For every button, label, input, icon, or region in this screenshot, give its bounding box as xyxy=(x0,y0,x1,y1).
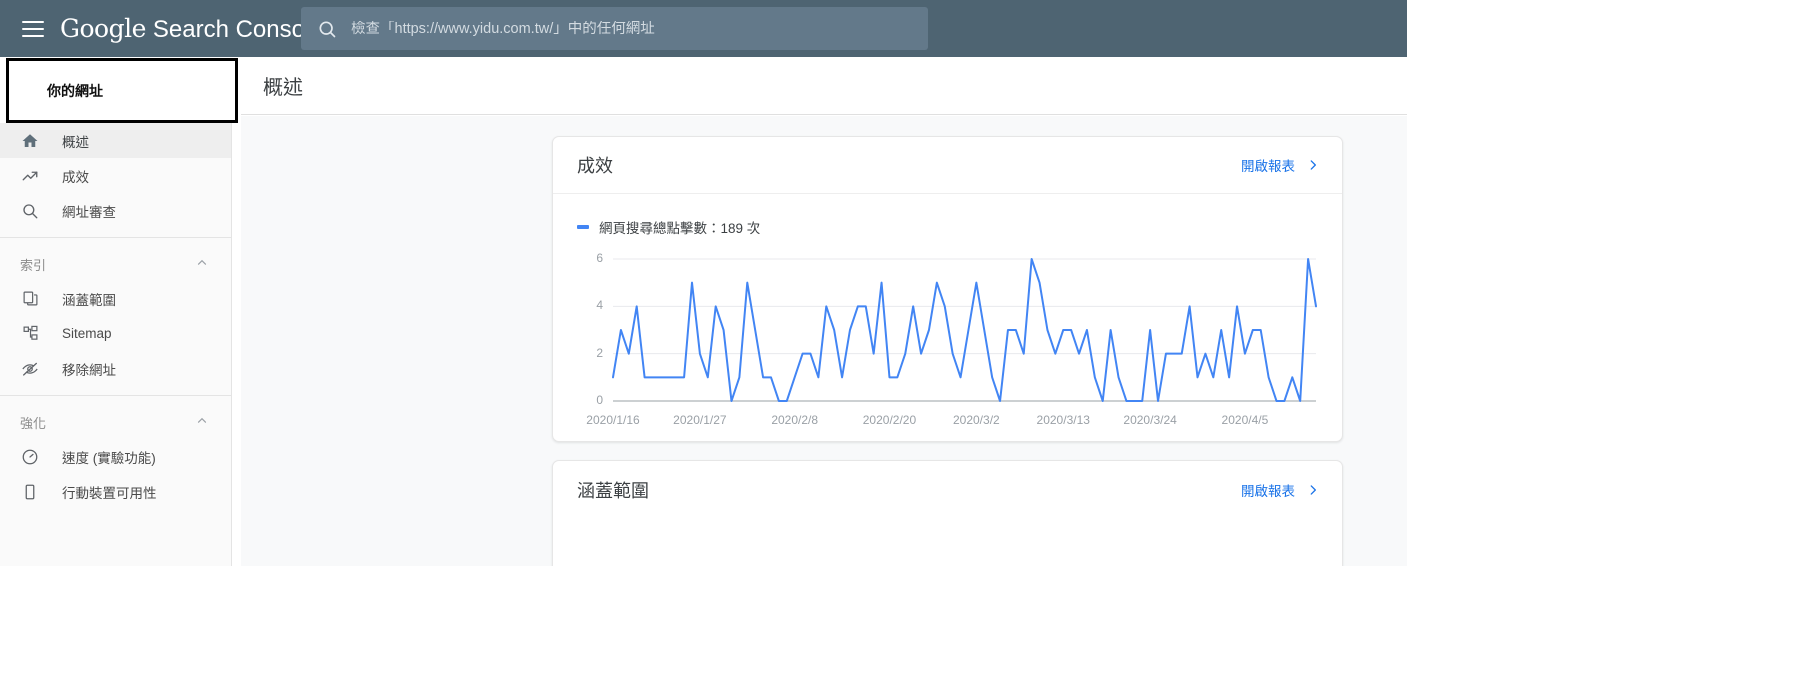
y-axis-tick-label: 6 xyxy=(596,251,603,265)
sidebar-item-removals[interactable]: 移除網址 xyxy=(0,351,231,386)
performance-chart: 0 2 4 6 2020/1/16 2020/1/27 2020/2/8 2020/2/20 2… xyxy=(553,249,1342,439)
sidebar-section-label: 索引 xyxy=(20,257,47,273)
legend-color-swatch xyxy=(577,225,589,229)
brand-product-text: Search Console xyxy=(152,15,324,43)
trending-up-icon xyxy=(20,166,40,186)
sidebar-item-performance[interactable]: 成效 xyxy=(0,158,231,193)
sidebar-divider xyxy=(0,237,231,238)
search-input[interactable] xyxy=(351,20,911,37)
sidebar-item-sitemap[interactable]: Sitemap xyxy=(0,316,231,351)
x-axis-tick-label: 2020/3/13 xyxy=(1036,413,1090,427)
sidebar-item-coverage[interactable]: 涵蓋範圍 xyxy=(0,281,231,316)
main-content: 成效 開啟報表 網頁搜尋總點擊數：189 次 0 2 4 6 2020/1/16 2020… xyxy=(241,116,1407,566)
sidebar-section-label: 強化 xyxy=(20,415,47,431)
pages-icon xyxy=(20,289,40,309)
y-axis-tick-label: 4 xyxy=(596,298,603,313)
brand-google-text: Google xyxy=(60,13,146,43)
sidebar-item-label: Sitemap xyxy=(62,326,112,341)
sidebar-nav: 概述 成效 網址審查 索引 涵蓋範圍 Sitemap 移除網址 強化 速度 (實… xyxy=(0,123,232,566)
mobile-phone-icon xyxy=(20,482,40,502)
sidebar-item-url-inspection[interactable]: 網址審查 xyxy=(0,193,231,228)
x-axis-tick-label: 2020/1/16 xyxy=(586,413,640,427)
sidebar-item-label: 網址審查 xyxy=(62,204,116,220)
x-axis-tick-label: 2020/4/5 xyxy=(1221,413,1269,427)
performance-card: 成效 開啟報表 網頁搜尋總點擊數：189 次 0 2 4 6 2020/1/16 2020… xyxy=(552,136,1343,442)
chevron-right-icon xyxy=(1306,483,1320,497)
sidebar-item-speed[interactable]: 速度 (實驗功能) xyxy=(0,439,231,474)
property-selector[interactable]: 你的網址 xyxy=(6,58,238,123)
coverage-card: 涵蓋範圍 開啟報表 xyxy=(552,460,1343,566)
chart-legend: 網頁搜尋總點擊數：189 次 xyxy=(577,217,1342,237)
open-report-label: 開啟報表 xyxy=(1241,483,1295,499)
search-icon xyxy=(20,201,40,221)
home-icon xyxy=(20,131,40,151)
coverage-card-title: 涵蓋範圍 xyxy=(577,480,649,501)
hamburger-icon[interactable] xyxy=(22,20,44,37)
chevron-right-icon xyxy=(1306,158,1320,172)
sidebar-item-overview[interactable]: 概述 xyxy=(0,123,231,158)
coverage-card-header: 涵蓋範圍 開啟報表 xyxy=(553,461,1342,518)
speed-gauge-icon xyxy=(20,447,40,467)
sidebar-item-label: 速度 (實驗功能) xyxy=(62,450,156,466)
page-title: 概述 xyxy=(263,77,303,99)
property-selector-label: 你的網址 xyxy=(47,82,103,99)
chevron-up-icon[interactable] xyxy=(195,256,209,273)
search-console-window: Google Search Console 你的網址 概述 xyxy=(0,0,1407,566)
y-axis-tick-label: 2 xyxy=(596,345,603,360)
sidebar-item-label: 行動裝置可用性 xyxy=(62,485,157,501)
sidebar-section-index[interactable]: 索引 xyxy=(0,247,231,281)
performance-card-title: 成效 xyxy=(577,156,613,176)
x-axis-tick-label: 2020/3/2 xyxy=(952,413,1000,427)
sidebar-section-enhancements[interactable]: 強化 xyxy=(0,405,231,439)
sidebar-item-mobile-usability[interactable]: 行動裝置可用性 xyxy=(0,474,231,509)
sidebar-item-label: 移除網址 xyxy=(62,362,116,378)
x-axis-tick-label: 2020/1/27 xyxy=(673,413,727,427)
performance-line-chart xyxy=(612,258,1317,402)
chevron-up-icon[interactable] xyxy=(195,414,209,431)
y-axis-tick-label: 0 xyxy=(596,393,603,407)
eye-off-icon xyxy=(20,359,40,379)
performance-open-report-link[interactable]: 開啟報表 xyxy=(1241,155,1320,175)
performance-card-header: 成效 開啟報表 xyxy=(553,137,1342,194)
sidebar-divider xyxy=(0,395,231,396)
url-inspection-searchbar[interactable] xyxy=(301,7,928,50)
search-icon xyxy=(317,19,337,39)
sidebar-item-label: 涵蓋範圍 xyxy=(62,292,116,308)
coverage-open-report-link[interactable]: 開啟報表 xyxy=(1241,480,1320,500)
top-app-bar: Google Search Console xyxy=(0,0,1407,57)
sidebar-item-label: 概述 xyxy=(62,134,89,150)
chart-series-line xyxy=(612,258,1317,402)
sidebar-item-label: 成效 xyxy=(62,169,89,185)
legend-label: 網頁搜尋總點擊數：189 次 xyxy=(599,221,761,236)
x-axis-tick-label: 2020/3/24 xyxy=(1123,413,1177,427)
sitemap-icon xyxy=(20,324,40,344)
x-axis-tick-label: 2020/2/20 xyxy=(862,413,917,427)
brand-logo: Google Search Console xyxy=(60,14,324,44)
x-axis-tick-label: 2020/2/8 xyxy=(771,413,819,427)
content-header: 概述 xyxy=(241,57,1407,115)
open-report-label: 開啟報表 xyxy=(1241,159,1295,174)
